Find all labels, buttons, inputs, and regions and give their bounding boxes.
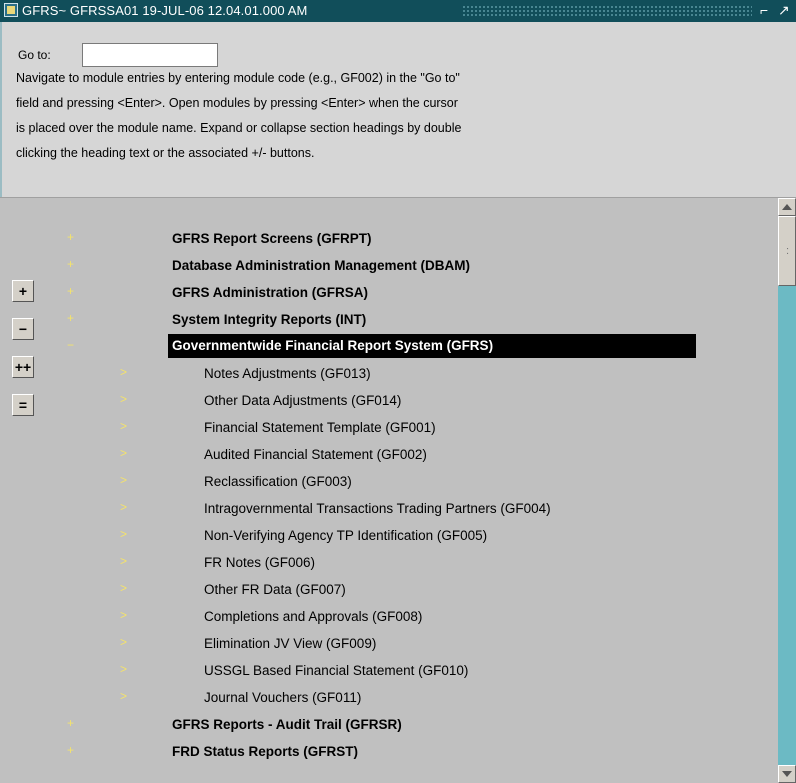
tree-section[interactable]: + GFRS Administration (GFRSA) bbox=[0, 280, 700, 306]
goto-label: Go to: bbox=[18, 48, 51, 62]
collapse-marker-icon[interactable]: − bbox=[67, 338, 74, 352]
tree-module-item[interactable]: > Reclassification (GF003) bbox=[0, 469, 700, 495]
tree-section-label[interactable]: Database Administration Management (DBAM… bbox=[172, 258, 470, 273]
tree-section[interactable]: + GFRS Reports - Audit Trail (GFRSR) bbox=[0, 712, 700, 738]
scroll-down-button[interactable] bbox=[778, 765, 796, 783]
module-label[interactable]: Non-Verifying Agency TP Identification (… bbox=[204, 528, 487, 543]
module-label[interactable]: Notes Adjustments (GF013) bbox=[204, 366, 371, 381]
tree-section-label[interactable]: Governmentwide Financial Report System (… bbox=[168, 334, 696, 358]
chevron-right-icon: > bbox=[120, 581, 128, 595]
chevron-right-icon: > bbox=[120, 662, 128, 676]
tree-module-item[interactable]: > FR Notes (GF006) bbox=[0, 550, 700, 576]
chevron-right-icon: > bbox=[120, 635, 128, 649]
app-icon bbox=[4, 3, 18, 17]
module-label[interactable]: FR Notes (GF006) bbox=[204, 555, 315, 570]
tree-section-label[interactable]: FRD Status Reports (GFRST) bbox=[172, 744, 358, 759]
tree-module-item[interactable]: > Journal Vouchers (GF011) bbox=[0, 685, 700, 711]
grip-icon: : bbox=[786, 245, 790, 257]
chevron-right-icon: > bbox=[120, 392, 128, 406]
module-label[interactable]: Journal Vouchers (GF011) bbox=[204, 690, 361, 705]
help-text: Navigate to module entries by entering m… bbox=[16, 66, 656, 166]
tree-module-item[interactable]: > Elimination JV View (GF009) bbox=[0, 631, 700, 657]
goto-input[interactable] bbox=[82, 43, 218, 67]
expand-marker-icon[interactable]: + bbox=[67, 284, 74, 298]
module-label[interactable]: Completions and Approvals (GF008) bbox=[204, 609, 422, 624]
tree-section[interactable]: + GFRS Report Screens (GFRPT) bbox=[0, 226, 700, 252]
tree-section-label[interactable]: GFRS Administration (GFRSA) bbox=[172, 285, 368, 300]
scroll-up-button[interactable] bbox=[778, 198, 796, 216]
help-line: Navigate to module entries by entering m… bbox=[16, 71, 460, 85]
window-title: GFRS~ GFRSSA01 19-JUL-06 12.04.01.000 AM bbox=[22, 3, 308, 18]
module-label[interactable]: Audited Financial Statement (GF002) bbox=[204, 447, 427, 462]
tree-module-item[interactable]: > USSGL Based Financial Statement (GF010… bbox=[0, 658, 700, 684]
module-label[interactable]: Elimination JV View (GF009) bbox=[204, 636, 376, 651]
chevron-right-icon: > bbox=[120, 446, 128, 460]
module-label[interactable]: USSGL Based Financial Statement (GF010) bbox=[204, 663, 468, 678]
help-line: is placed over the module name. Expand o… bbox=[16, 121, 462, 135]
chevron-right-icon: > bbox=[120, 473, 128, 487]
module-label[interactable]: Reclassification (GF003) bbox=[204, 474, 352, 489]
module-tree: + − ++ = + GFRS Report Screens (GFRPT) +… bbox=[0, 198, 778, 783]
chevron-right-icon: > bbox=[120, 365, 128, 379]
tree-module-item[interactable]: > Other Data Adjustments (GF014) bbox=[0, 388, 700, 414]
expand-marker-icon[interactable]: + bbox=[67, 257, 74, 271]
title-bar: GFRS~ GFRSSA01 19-JUL-06 12.04.01.000 AM… bbox=[0, 0, 796, 22]
module-label[interactable]: Financial Statement Template (GF001) bbox=[204, 420, 436, 435]
tree-section[interactable]: + System Integrity Reports (INT) bbox=[0, 307, 700, 333]
help-line: field and pressing <Enter>. Open modules… bbox=[16, 96, 458, 110]
tree-module-item[interactable]: > Financial Statement Template (GF001) bbox=[0, 415, 700, 441]
title-bar-grip bbox=[462, 5, 752, 16]
vertical-scrollbar[interactable]: : bbox=[778, 198, 796, 783]
tree-module-item[interactable]: > Intragovernmental Transactions Trading… bbox=[0, 496, 700, 522]
tree-section-selected[interactable]: − Governmentwide Financial Report System… bbox=[0, 334, 700, 360]
module-label[interactable]: Other Data Adjustments (GF014) bbox=[204, 393, 401, 408]
tree-section[interactable]: + Database Administration Management (DB… bbox=[0, 253, 700, 279]
maximize-icon[interactable]: ↗ bbox=[778, 2, 790, 19]
tree-section-label[interactable]: GFRS Report Screens (GFRPT) bbox=[172, 231, 372, 246]
module-label[interactable]: Other FR Data (GF007) bbox=[204, 582, 346, 597]
chevron-right-icon: > bbox=[120, 554, 128, 568]
module-label[interactable]: Intragovernmental Transactions Trading P… bbox=[204, 501, 551, 516]
chevron-right-icon: > bbox=[120, 608, 128, 622]
tree-module-item[interactable]: > Other FR Data (GF007) bbox=[0, 577, 700, 603]
chevron-right-icon: > bbox=[120, 419, 128, 433]
chevron-right-icon: > bbox=[120, 500, 128, 514]
expand-marker-icon[interactable]: + bbox=[67, 230, 74, 244]
tree-module-item[interactable]: > Non-Verifying Agency TP Identification… bbox=[0, 523, 700, 549]
tree-section-label[interactable]: GFRS Reports - Audit Trail (GFRSR) bbox=[172, 717, 402, 732]
tree-module-item[interactable]: > Completions and Approvals (GF008) bbox=[0, 604, 700, 630]
arrow-up-icon bbox=[782, 204, 792, 210]
chevron-right-icon: > bbox=[120, 689, 128, 703]
expand-marker-icon[interactable]: + bbox=[67, 716, 74, 730]
goto-panel: Go to: Navigate to module entries by ent… bbox=[0, 22, 796, 197]
expand-marker-icon[interactable]: + bbox=[67, 311, 74, 325]
tree-module-item[interactable]: > Notes Adjustments (GF013) bbox=[0, 361, 700, 387]
chevron-right-icon: > bbox=[120, 527, 128, 541]
tree-section[interactable]: + FRD Status Reports (GFRST) bbox=[0, 739, 700, 765]
minimize-icon[interactable]: ⌐ bbox=[760, 2, 768, 18]
expand-marker-icon[interactable]: + bbox=[67, 743, 74, 757]
tree-section-label[interactable]: System Integrity Reports (INT) bbox=[172, 312, 366, 327]
help-line: clicking the heading text or the associa… bbox=[16, 146, 315, 160]
scroll-thumb[interactable]: : bbox=[778, 216, 796, 286]
tree-module-item[interactable]: > Audited Financial Statement (GF002) bbox=[0, 442, 700, 468]
arrow-down-icon bbox=[782, 771, 792, 777]
